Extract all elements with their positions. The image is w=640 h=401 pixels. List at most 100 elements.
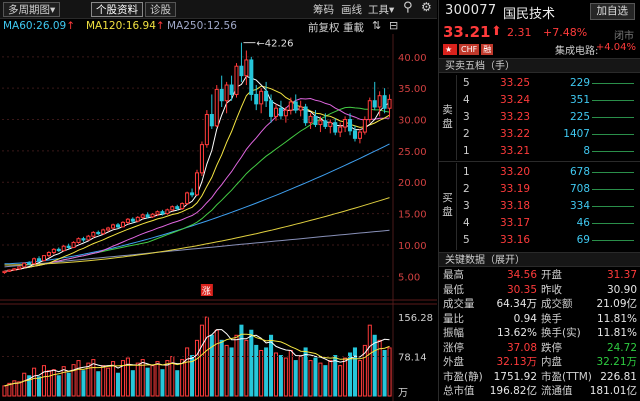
candle-body[interactable] <box>288 101 293 111</box>
tools-menu[interactable]: 工具▾ <box>368 2 394 17</box>
candle-body[interactable] <box>106 227 111 231</box>
volume-bar[interactable] <box>41 365 46 397</box>
candle-body[interactable] <box>254 93 259 105</box>
candle-body[interactable] <box>293 101 298 111</box>
candle-body[interactable] <box>115 224 121 228</box>
volume-bar[interactable] <box>199 324 204 397</box>
candle-body[interactable] <box>66 245 71 248</box>
candle-body[interactable] <box>283 109 288 117</box>
candle-body[interactable] <box>165 209 170 215</box>
bid-row[interactable]: 2 33.19 708 <box>458 181 640 198</box>
candle-body[interactable] <box>111 224 116 229</box>
candle-body[interactable] <box>308 115 313 124</box>
candle-body[interactable] <box>234 65 239 95</box>
candle-body[interactable] <box>273 107 279 117</box>
forward-adjust-button[interactable]: 前复权 <box>308 20 340 35</box>
volume-bar[interactable] <box>125 357 130 397</box>
candle-body[interactable] <box>22 262 27 268</box>
volume-bar[interactable] <box>106 367 111 397</box>
volume-bar[interactable] <box>111 361 116 397</box>
volume-bar[interactable] <box>130 370 135 397</box>
candle-body[interactable] <box>214 88 219 127</box>
volume-bar[interactable] <box>288 349 293 397</box>
sector-name[interactable]: 集成电路: <box>555 42 598 57</box>
volume-bar[interactable] <box>244 339 249 397</box>
candle-body[interactable] <box>387 98 392 109</box>
volume-bar[interactable] <box>185 347 190 397</box>
candle-body[interactable] <box>204 114 209 146</box>
volume-bar[interactable] <box>283 357 288 397</box>
volume-bar[interactable] <box>175 370 180 397</box>
volume-bar[interactable] <box>180 359 185 397</box>
volume-bar[interactable] <box>273 352 279 397</box>
candle-body[interactable] <box>51 248 56 253</box>
candle-body[interactable] <box>2 270 7 274</box>
candle-body[interactable] <box>348 119 353 132</box>
candle-body[interactable] <box>357 131 362 139</box>
volume-bar[interactable] <box>2 385 7 397</box>
volume-bar[interactable] <box>328 360 333 397</box>
volume-bar[interactable] <box>343 357 348 397</box>
margin-tag[interactable]: 融 <box>481 44 494 55</box>
candle-body[interactable] <box>259 90 264 105</box>
search-icon[interactable]: ⚲ <box>403 0 413 15</box>
volume-bar[interactable] <box>318 362 323 397</box>
bid-row[interactable]: 3 33.18 334 <box>458 198 640 215</box>
candle-body[interactable] <box>219 88 224 102</box>
volume-bar[interactable] <box>367 324 372 397</box>
volume-bar[interactable] <box>313 357 318 397</box>
chart-panel[interactable]: 多周期图▾ 个股资料 诊股 筹码 画线 工具▾ ⚲ ⚙ MA60:26.09↑ … <box>0 0 437 401</box>
volume-bar[interactable] <box>382 349 387 397</box>
candle-body[interactable] <box>41 255 46 262</box>
candle-body[interactable] <box>17 266 22 270</box>
candle-body[interactable] <box>362 119 367 133</box>
ask-row[interactable]: 5 33.25 229 <box>458 75 640 92</box>
candle-body[interactable] <box>318 120 323 126</box>
candle-body[interactable] <box>264 90 269 102</box>
candle-body[interactable] <box>155 211 160 215</box>
volume-bar[interactable] <box>115 372 121 397</box>
candle-body[interactable] <box>209 114 214 127</box>
add-watchlist-button[interactable]: 加自选 <box>589 3 635 20</box>
ask-row[interactable]: 2 33.22 1407 <box>458 126 640 143</box>
volume-bar[interactable] <box>56 375 61 397</box>
candle-body[interactable] <box>338 126 343 133</box>
volume-bar[interactable] <box>32 367 37 397</box>
volume-bar[interactable] <box>308 360 313 397</box>
candle-body[interactable] <box>382 95 387 109</box>
candle-body[interactable] <box>185 192 190 205</box>
candle-body[interactable] <box>372 100 377 108</box>
candle-body[interactable] <box>27 262 32 265</box>
candle-body[interactable] <box>224 84 229 102</box>
volume-bar[interactable] <box>293 360 298 397</box>
volume-bar[interactable] <box>278 355 283 397</box>
volume-bar[interactable] <box>135 362 140 397</box>
candle-body[interactable] <box>46 251 51 257</box>
tab-stock-profile[interactable]: 个股资料 <box>91 2 143 17</box>
tab-diagnose[interactable]: 诊股 <box>145 2 176 17</box>
candle-body[interactable] <box>249 59 254 95</box>
chf-tag[interactable]: CHF <box>459 44 480 55</box>
candle-body[interactable] <box>303 106 308 124</box>
volume-bar[interactable] <box>160 369 165 397</box>
volume-bar[interactable] <box>150 365 155 397</box>
volume-bar[interactable] <box>323 365 328 397</box>
candle-body[interactable] <box>150 213 155 218</box>
candle-body[interactable] <box>130 218 135 222</box>
volume-bar[interactable] <box>101 365 106 397</box>
volume-bar[interactable] <box>259 349 264 397</box>
candle-body[interactable] <box>199 144 204 174</box>
bid-row[interactable]: 4 33.17 46 <box>458 215 640 232</box>
volume-bar[interactable] <box>372 334 377 397</box>
overlay-button[interactable]: 重載 <box>343 20 364 35</box>
candle-body[interactable] <box>175 206 180 210</box>
candle-body[interactable] <box>160 211 165 215</box>
candle-body[interactable] <box>269 100 274 117</box>
candle-body[interactable] <box>135 216 140 222</box>
candle-body[interactable] <box>145 214 150 218</box>
candle-body[interactable] <box>367 100 372 121</box>
candle-body[interactable] <box>313 115 318 126</box>
volume-bar[interactable] <box>254 344 259 397</box>
volume-bar[interactable] <box>224 344 229 397</box>
volume-bar[interactable] <box>36 376 42 397</box>
